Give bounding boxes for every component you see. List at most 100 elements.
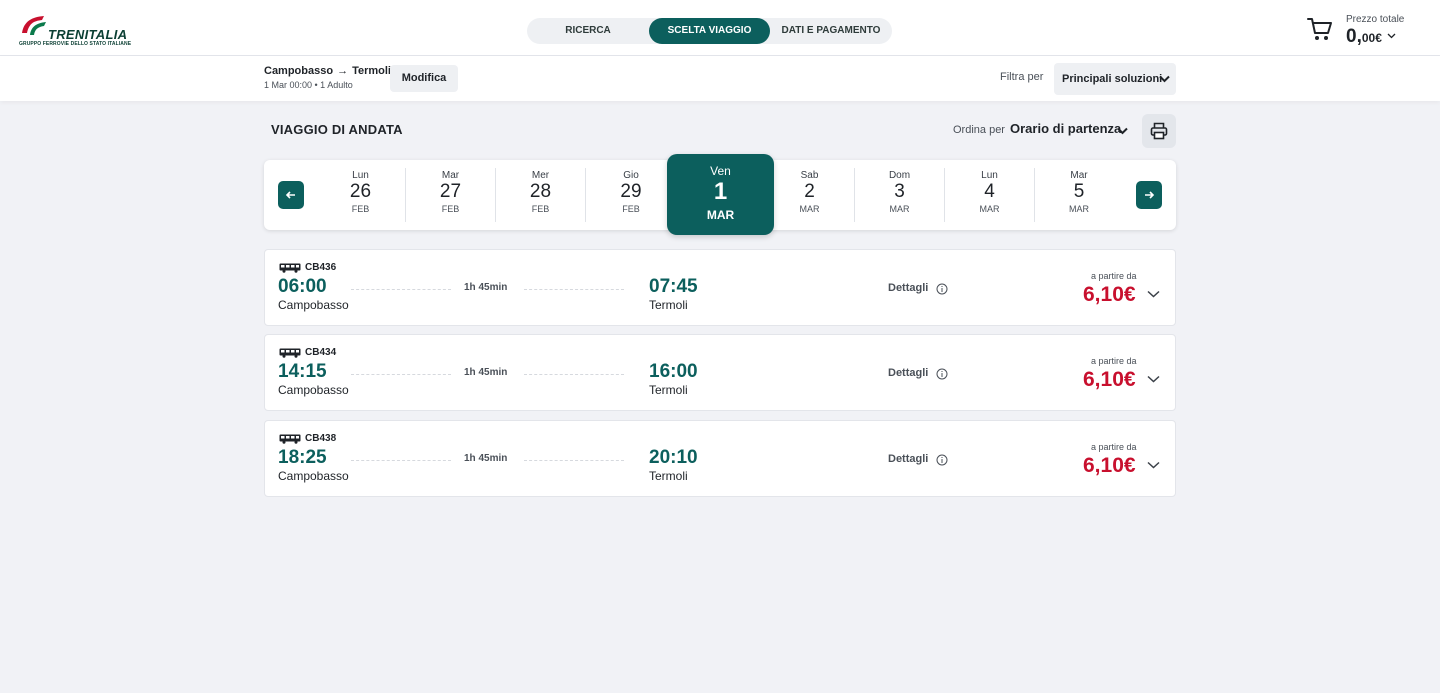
date-item[interactable]: Mer 28 FEB [496,168,586,222]
date-day: 2 [804,181,815,202]
date-month: FEB [531,204,550,214]
train-code: CB438 [305,433,337,444]
print-button[interactable] [1142,114,1176,148]
train-code: CB436 [305,262,337,273]
chevron-down-icon[interactable] [1147,375,1160,383]
price: 6,10€ [1083,283,1136,306]
solution-card[interactable]: CB434 14:15 Campobasso 1h 45min 16:00 Te… [264,334,1176,411]
filter-value: Principali soluzioni [1062,73,1163,85]
date-day: 26 [349,181,372,202]
bus-icon [279,434,301,444]
origin-station: Campobasso [264,65,334,77]
top-header: TRENITALIA GRUPPO FERROVIE DELLO STATO I… [0,0,1440,56]
arrival-station: Termoli [649,469,688,483]
date-month: FEB [441,204,460,214]
sort-label: Ordina per [953,124,1005,136]
solution-card[interactable]: CB438 18:25 Campobasso 1h 45min 20:10 Te… [264,420,1176,497]
date-weekday: Mer [531,170,550,181]
arrival-station: Termoli [649,383,688,397]
step-ricerca[interactable]: RICERCA [527,18,649,44]
arrow-right-icon: → [337,65,349,77]
route-line [524,289,624,290]
date-day: 3 [894,181,905,202]
fs-logo-icon [22,16,46,35]
date-item[interactable]: Dom 3 MAR [855,168,945,222]
date-item[interactable]: Lun 26 FEB [316,168,406,222]
date-month: MAR [1069,204,1089,214]
logo-text: TRENITALIA [48,27,128,42]
trip-duration: 1h 45min [464,282,508,293]
next-dates-button[interactable] [1136,181,1162,209]
route-line [524,374,624,375]
arrow-left-icon [285,191,295,199]
chevron-down-icon[interactable] [1147,290,1160,298]
step-scelta-viaggio[interactable]: SCELTA VIAGGIO [649,18,770,44]
departure-station: Campobasso [278,383,349,397]
booking-steps: RICERCA SCELTA VIAGGIO DATI E PAGAMENTO [527,18,892,44]
departure-station: Campobasso [278,298,349,312]
cart-icon[interactable] [1307,16,1333,42]
date-weekday: Dom [888,170,911,181]
printer-icon [1150,122,1168,140]
total-price-label: Prezzo totale [1346,14,1405,25]
previous-dates-button[interactable] [278,181,304,209]
date-month: MAR [706,208,735,222]
modify-button[interactable]: Modifica [390,65,458,92]
date-day: 27 [439,181,462,202]
date-item[interactable]: Sab 2 MAR [765,168,855,222]
price: 6,10€ [1083,368,1136,391]
chevron-down-icon[interactable] [1387,33,1396,39]
date-weekday: Mar [441,170,460,181]
date-month: FEB [351,204,370,214]
date-weekday: Gio [623,170,639,181]
arrival-station: Termoli [649,298,688,312]
price-from-label: a partire da [1091,271,1137,281]
info-icon[interactable] [936,454,948,466]
total-price-main: 0, [1346,26,1362,47]
logo-subtext: GRUPPO FERROVIE DELLO STATO ITALIANE [19,41,132,47]
departure-time: 18:25 [278,447,327,468]
date-item[interactable]: Mar 27 FEB [406,168,496,222]
chevron-down-icon[interactable] [1117,127,1128,135]
date-day: 1 [713,178,728,205]
solution-card[interactable]: CB436 06:00 Campobasso 1h 45min 07:45 Te… [264,249,1176,326]
search-details: 1 Mar 00:00 • 1 Adulto [264,80,353,90]
details-link[interactable]: Dettagli [888,367,928,379]
route-line [351,460,451,461]
date-selector: Lun 26 FEB Mar 27 FEB Mer 28 FEB Gio 29 … [264,154,1176,235]
trip-duration: 1h 45min [464,453,508,464]
date-weekday: Ven [710,164,731,178]
chevron-down-icon[interactable] [1147,461,1160,469]
bus-icon [279,348,301,358]
filter-select[interactable]: Principali soluzioni [1054,63,1176,95]
date-item-selected[interactable]: Ven 1 MAR [667,154,774,235]
trenitalia-logo[interactable]: TRENITALIA GRUPPO FERROVIE DELLO STATO I… [18,13,132,49]
date-day: 28 [529,181,552,202]
arrival-time: 07:45 [649,276,698,297]
date-item[interactable]: Lun 4 MAR [945,168,1035,222]
step-dati-pagamento[interactable]: DATI E PAGAMENTO [770,18,892,44]
train-code: CB434 [305,347,337,358]
date-day: 4 [984,181,995,202]
route-summary: Campobasso → Termoli [264,65,391,77]
total-price-decimals: 00€ [1361,31,1382,45]
date-month: MAR [889,204,910,214]
date-item[interactable]: Mar 5 MAR [1034,168,1124,222]
arrival-time: 20:10 [649,447,698,468]
sort-select[interactable]: Orario di partenza [1010,121,1121,136]
details-link[interactable]: Dettagli [888,282,928,294]
date-weekday: Sab [800,170,819,181]
date-weekday: Lun [981,170,998,181]
date-item[interactable]: Gio 29 FEB [586,168,676,222]
price: 6,10€ [1083,454,1136,477]
total-price[interactable]: 0,00€ [1346,26,1382,48]
section-title: VIAGGIO DI ANDATA [271,122,403,137]
route-line [351,289,451,290]
date-month: MAR [979,204,1000,214]
details-link[interactable]: Dettagli [888,453,928,465]
arrival-time: 16:00 [649,361,698,382]
date-day: 5 [1073,181,1085,202]
info-icon[interactable] [936,283,948,295]
info-icon[interactable] [936,368,948,380]
departure-station: Campobasso [278,469,349,483]
